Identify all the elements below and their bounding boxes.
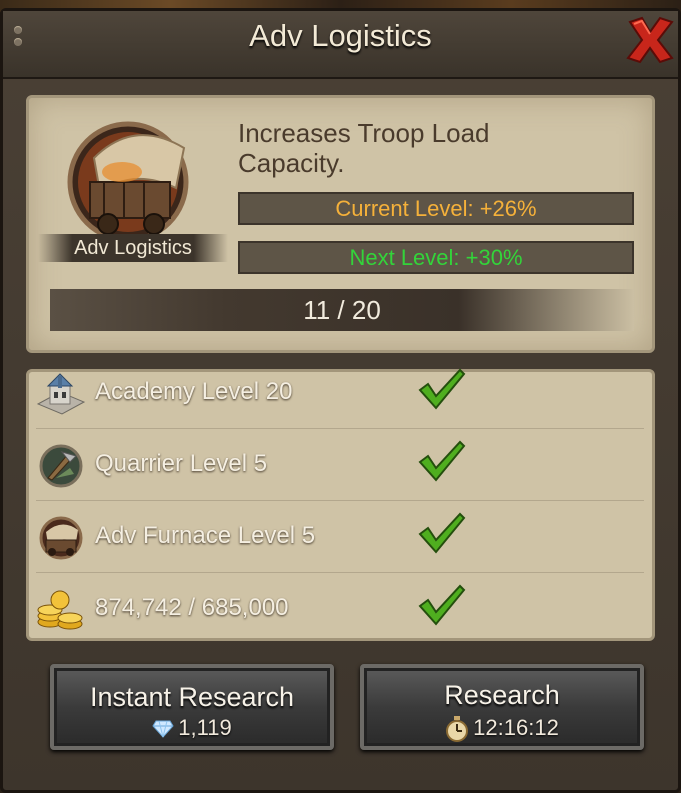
checkmark-icon (416, 366, 466, 410)
checkmark-icon (416, 582, 466, 626)
research-label: Research (444, 680, 560, 710)
requirement-row: Academy Level 20 (36, 358, 644, 429)
academy-icon (36, 372, 86, 416)
close-button[interactable] (624, 14, 676, 66)
checkmark-icon (416, 438, 466, 482)
gold-coins-icon (36, 588, 86, 632)
research-duration: 12:16:12 (473, 715, 559, 740)
level-progress-bar: 11 / 20 (50, 289, 634, 331)
requirement-label: 874,742 / 685,000 (95, 594, 289, 621)
dialog-title: Adv Logistics (249, 18, 432, 53)
adv-furnace-icon (36, 516, 86, 560)
research-button[interactable]: Research 12:16:12 (360, 664, 644, 750)
checkmark-icon (416, 510, 466, 554)
wagon-icon (64, 118, 198, 243)
research-time: 12:16:12 (364, 715, 640, 743)
gem-cost: 1,119 (178, 715, 232, 740)
next-level: Next Level: +30% (238, 241, 634, 274)
requirement-label: Adv Furnace Level 5 (95, 522, 316, 549)
requirement-row: Adv Furnace Level 5 (36, 502, 644, 573)
research-icon-label: Adv Logistics (38, 234, 228, 262)
requirement-label: Academy Level 20 (95, 378, 293, 405)
research-description: Increases Troop Load Capacity. (238, 118, 490, 178)
requirement-label: Quarrier Level 5 (95, 450, 268, 477)
quarrier-icon (36, 444, 86, 488)
instant-research-button[interactable]: Instant Research 1,119 (50, 664, 334, 750)
close-icon (626, 16, 674, 64)
requirement-row: 874,742 / 685,000 (36, 574, 644, 644)
gem-icon (152, 720, 174, 738)
instant-research-cost: 1,119 (54, 715, 330, 741)
stopwatch-icon (446, 716, 469, 743)
requirement-row: Quarrier Level 5 (36, 430, 644, 501)
instant-research-label: Instant Research (89, 682, 295, 712)
current-level: Current Level: +26% (238, 192, 634, 225)
